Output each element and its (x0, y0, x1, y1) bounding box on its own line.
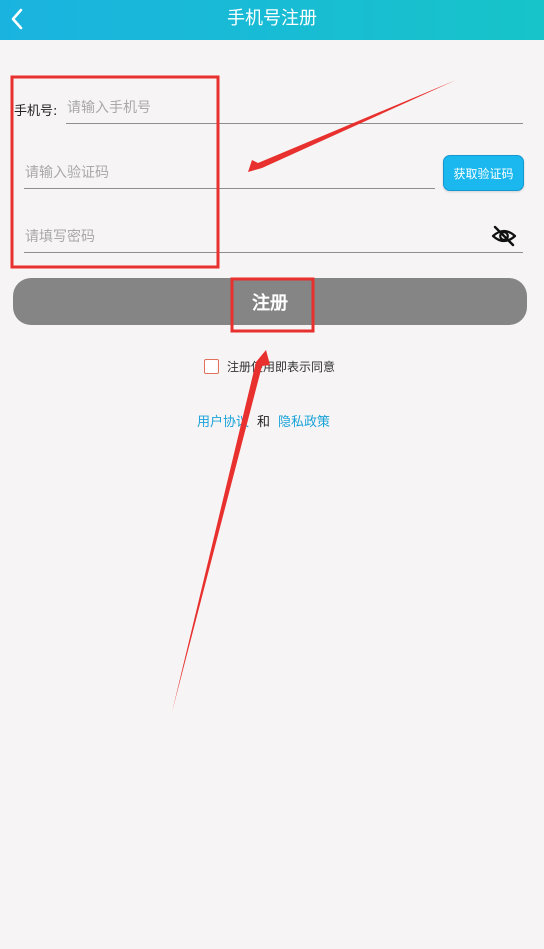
password-underline (24, 252, 523, 253)
phone-underline (66, 123, 523, 124)
annotation-arrow-form (248, 80, 456, 172)
agreement-text: 注册使用即表示同意 (227, 360, 336, 374)
page-title: 手机号注册 (227, 8, 317, 29)
code-underline (24, 188, 435, 189)
code-input[interactable] (25, 160, 430, 186)
user-agreement-link[interactable]: 用户协议 (197, 415, 249, 430)
agreement-row: 注册使用即表示同意 (204, 358, 335, 375)
eye-off-icon (491, 225, 517, 247)
and-text: 和 (257, 415, 271, 430)
header-bar: 手机号注册 (0, 0, 544, 40)
get-code-button[interactable]: 获取验证码 (443, 155, 524, 191)
policy-links: 用户协议和隐私政策 (197, 411, 330, 430)
phone-label: 手机号: (14, 104, 58, 119)
phone-input[interactable] (67, 95, 522, 121)
password-input[interactable] (25, 224, 480, 250)
register-button[interactable]: 注册 (13, 278, 527, 325)
privacy-policy-link[interactable]: 隐私政策 (278, 415, 330, 430)
toggle-password-button[interactable] (490, 224, 518, 248)
agree-checkbox[interactable] (204, 359, 219, 374)
annotation-overlay (10, 75, 456, 712)
annotation-arrow-register (172, 350, 270, 712)
